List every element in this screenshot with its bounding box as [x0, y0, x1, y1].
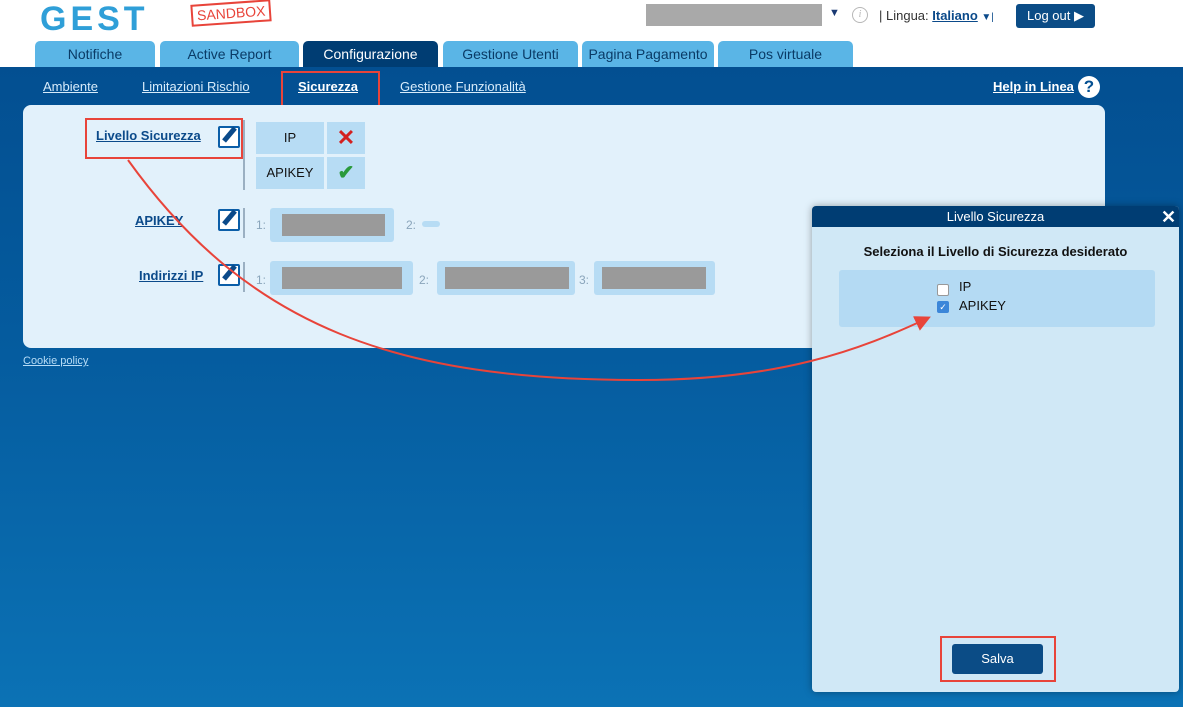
logout-button[interactable]: Log out ▶ — [1016, 4, 1095, 28]
header: GEST SANDBOX ▼ i | Lingua: Italiano ▼| L… — [0, 0, 1183, 40]
cookie-policy-link[interactable]: Cookie policy — [23, 355, 88, 367]
apikey-checkbox[interactable]: ✓ — [937, 301, 949, 313]
separator — [243, 120, 245, 190]
ip-num-1: 1: — [256, 273, 267, 287]
ip-3-field — [594, 261, 715, 295]
subnav-gestione-funzionalita[interactable]: Gestione Funzionalità — [400, 79, 526, 94]
apikey-enabled-icon: ✔ — [327, 157, 365, 189]
save-highlight — [940, 636, 1056, 682]
apikey-num-1: 1: — [256, 218, 267, 232]
separator — [243, 262, 245, 292]
tab-active-report[interactable]: Active Report — [160, 41, 299, 67]
indirizzi-ip-label[interactable]: Indirizzi IP — [139, 268, 203, 283]
apikey-1-field — [270, 208, 394, 242]
ip-2-field — [437, 261, 575, 295]
ip-num-3: 3: — [579, 273, 590, 287]
ip-checkbox[interactable] — [937, 284, 949, 296]
tab-configurazione[interactable]: Configurazione — [303, 41, 438, 67]
subnav-ambiente[interactable]: Ambiente — [43, 79, 98, 94]
main-tabs: Notifiche Active Report Configurazione G… — [0, 40, 1183, 67]
dialog-heading: Seleziona il Livello di Sicurezza deside… — [863, 244, 1128, 259]
livello-sicurezza-highlight — [85, 118, 243, 159]
tab-gestione-utenti[interactable]: Gestione Utenti — [443, 41, 578, 67]
ip-disabled-icon: ✕ — [327, 122, 365, 154]
help-link[interactable]: Help in Linea — [993, 79, 1074, 94]
tab-pagina-pagamento[interactable]: Pagina Pagamento — [582, 41, 714, 67]
edit-ip-icon[interactable] — [218, 264, 240, 286]
ip-option-label: IP — [959, 279, 972, 294]
options-box: IP ✓ APIKEY — [839, 270, 1155, 327]
apikey-2-field — [422, 221, 440, 227]
dialog-title: Livello Sicurezza — [812, 206, 1179, 227]
ip-1-field — [270, 261, 413, 295]
help-icon[interactable]: ? — [1078, 76, 1100, 98]
separator — [243, 208, 245, 238]
info-icon[interactable]: i — [852, 7, 868, 23]
language-caret-icon[interactable]: ▼| — [981, 12, 994, 23]
edit-apikey-icon[interactable] — [218, 209, 240, 231]
apikey-label[interactable]: APIKEY — [135, 213, 183, 228]
apikey-option-label: APIKEY — [959, 298, 1006, 313]
user-select-caret-icon[interactable]: ▼ — [829, 7, 840, 19]
language-selector: | Lingua: Italiano ▼| — [879, 8, 994, 23]
gestpay-logo: GEST — [40, 0, 149, 38]
close-icon[interactable]: ✕ — [1161, 205, 1176, 229]
tab-pos-virtuale[interactable]: Pos virtuale — [718, 41, 853, 67]
tab-notifiche[interactable]: Notifiche — [35, 41, 155, 67]
user-select[interactable] — [646, 4, 822, 26]
language-label: | Lingua: — [879, 8, 929, 23]
level-ip-cell: IP — [256, 122, 324, 154]
ip-num-2: 2: — [419, 273, 430, 287]
security-level-dialog: Livello Sicurezza ✕ Seleziona il Livello… — [812, 206, 1179, 692]
level-apikey-cell: APIKEY — [256, 157, 324, 189]
subnav-limitazioni-rischio[interactable]: Limitazioni Rischio — [142, 79, 250, 94]
language-value[interactable]: Italiano — [932, 8, 978, 23]
sicurezza-highlight — [281, 71, 380, 109]
apikey-num-2: 2: — [406, 218, 417, 232]
